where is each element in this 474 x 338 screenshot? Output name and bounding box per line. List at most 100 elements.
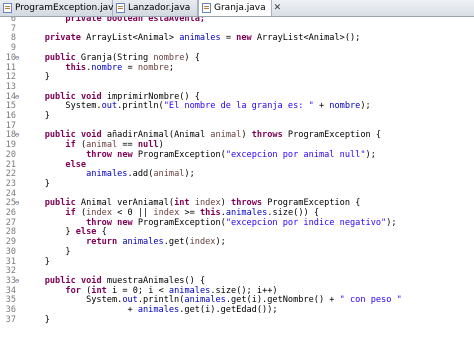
code-token: this [199, 208, 221, 218]
code-editor[interactable]: 6 private boolean estaAventa; 7 8 private … [0, 17, 474, 338]
code-token: nombre [153, 52, 185, 63]
code-token: animal [210, 130, 242, 141]
code-token: if [65, 208, 76, 218]
code-token: añadirAnimal(Animal [101, 130, 211, 141]
code-token: index [194, 198, 221, 209]
code-line: 20 throw new ProgramException("excepcion… [0, 150, 474, 160]
code-token: Granja(String [75, 52, 154, 63]
code-token: = [122, 62, 138, 73]
code-token: throws [251, 130, 283, 141]
code-token: muestraAnimales() { [101, 275, 206, 286]
code-line: 16 } [0, 111, 474, 121]
code-token: this [65, 62, 87, 73]
code-token: .get( [163, 237, 190, 248]
line-number: 15 [5, 101, 16, 112]
code-token: } [24, 72, 50, 83]
code-token: ProgramException( [132, 217, 226, 228]
line-number: 16 [5, 111, 16, 121]
fold-toggle-icon[interactable]: ⊖ [15, 131, 19, 139]
tab-label: Lanzador.java [128, 3, 191, 13]
code-token: System. [24, 295, 123, 306]
code-text: throw new ProgramException("excepcion po… [24, 217, 397, 228]
code-line: 14 ⊖ public void imprimirNombre() { [0, 92, 474, 102]
code-text: } [24, 246, 71, 257]
code-token: ) [158, 140, 164, 151]
code-text: } else { [24, 227, 106, 237]
code-token: animales [137, 305, 180, 315]
code-token: imprimirNombre() { [101, 91, 200, 102]
code-token: index [189, 237, 216, 248]
code-text: throw new ProgramException("excepcion po… [24, 150, 376, 160]
code-text: public Animal verAniamal(int index) thro… [24, 198, 361, 209]
code-token: animales [168, 285, 211, 296]
code-line: 33 ⊖ public void muestraAnimales() { [0, 276, 474, 286]
tab-granja[interactable]: Granja.java ✕ [198, 0, 281, 16]
code-token: .size()) { [267, 208, 320, 218]
line-number: 36 [5, 305, 16, 315]
code-token: .get(i).getEdad()); [179, 305, 278, 315]
line-number: 35 [5, 295, 16, 306]
code-token: animales [179, 33, 221, 44]
code-token: ); [386, 217, 397, 228]
java-file-icon [3, 3, 12, 13]
line-number: 7 [10, 23, 16, 34]
code-token: ); [360, 101, 371, 112]
fold-toggle-icon[interactable]: ⊖ [15, 93, 19, 101]
code-line: 19 if (animal == null) [0, 140, 474, 150]
code-token: "El nombre de la granja es: " [163, 101, 314, 112]
fold-toggle-icon[interactable]: ⊖ [15, 199, 19, 207]
code-token: new [117, 149, 133, 160]
code-line: 10 ⊖ public Granja(String nombre) { [0, 53, 474, 63]
code-token: new [236, 33, 252, 44]
close-icon[interactable]: ✕ [274, 3, 282, 13]
code-token: animales [122, 237, 164, 248]
code-token: } [24, 246, 71, 257]
code-token: ( [80, 285, 92, 296]
line-number: 31 [5, 256, 16, 267]
line-number: 8 [10, 33, 16, 44]
line-number: 30 [5, 246, 16, 257]
code-token: for [65, 285, 81, 296]
code-line: 27 throw new ProgramException("excepcion… [0, 218, 474, 228]
code-token: >= [179, 208, 200, 218]
code-token: private [44, 33, 81, 44]
line-number: 11 [5, 62, 16, 73]
code-token: ); [184, 169, 195, 180]
tab-programexception[interactable]: ProgramException.java [0, 0, 119, 16]
code-token: void [80, 130, 102, 141]
line-number: 21 [5, 159, 16, 170]
code-token: animales [225, 208, 268, 218]
code-line: 25 ⊖ public Animal verAniamal(int index) … [0, 198, 474, 208]
code-token: return [86, 237, 118, 248]
code-token: int [91, 285, 107, 296]
tab-lanzador[interactable]: Lanzador.java [113, 0, 198, 16]
code-line: 12 } [0, 72, 474, 82]
line-number: 12 [5, 72, 16, 83]
line-number: 10 [5, 52, 16, 63]
code-text: public Granja(String nombre) { [24, 53, 200, 63]
fold-toggle-icon[interactable]: ⊖ [15, 277, 19, 285]
fold-toggle-icon[interactable]: ⊖ [15, 54, 19, 62]
code-token: if [65, 140, 76, 151]
line-number: 23 [5, 178, 16, 189]
code-token: ) { [184, 52, 200, 63]
code-token: ArrayList<Animal> [80, 33, 180, 44]
code-token: throws [231, 198, 263, 209]
code-line: 23 } [0, 179, 474, 189]
code-text: animales.add(animal); [24, 169, 195, 179]
code-token: animales [184, 295, 226, 306]
code-token: throw [86, 149, 112, 160]
code-token: throw [86, 217, 112, 228]
code-text: } [24, 179, 50, 189]
code-token: ); [365, 149, 376, 160]
code-line: 11 this.nombre = nombre; [0, 63, 474, 73]
line-number: 29 [5, 237, 16, 248]
line-number: 27 [5, 217, 16, 228]
code-line: 26 if (index < 0 || index >= this.animal… [0, 208, 474, 218]
code-token: public [44, 91, 76, 102]
